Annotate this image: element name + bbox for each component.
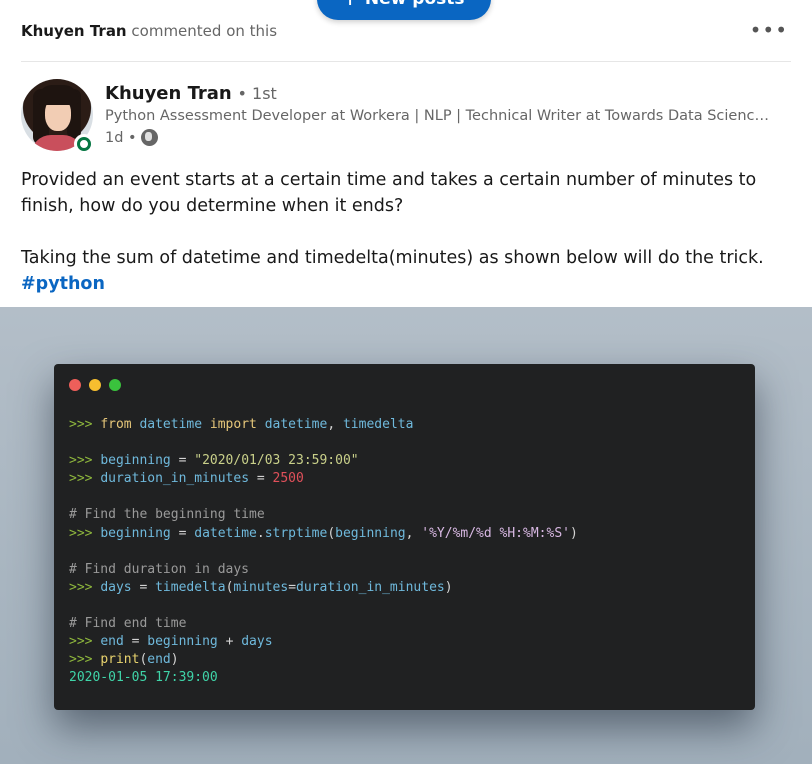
code-token: >>> <box>69 634 101 650</box>
code-line: >>> beginning = datetime.strptime(beginn… <box>69 525 578 543</box>
code-token: ( <box>327 525 336 541</box>
new-posts-button[interactable]: ↑ New posts <box>317 0 491 20</box>
minimize-dot-icon <box>89 379 101 391</box>
code-token: # Find end time <box>69 616 187 632</box>
activity-line: Khuyen Tran commented on this <box>21 22 277 40</box>
code-token: # Find the beginning time <box>69 507 265 523</box>
more-horizontal-icon[interactable]: ••• <box>750 20 788 40</box>
author-line: Khuyen Tran • 1st <box>105 83 277 104</box>
code-line: >>> end = beginning + days <box>69 633 578 651</box>
code-token: timedelta <box>342 417 414 432</box>
code-token: = <box>178 525 195 541</box>
post-text: Provided an event starts at a certain ti… <box>21 167 791 297</box>
post-text-paragraph-2: Taking the sum of datetime and timedelta… <box>21 248 764 268</box>
code-token: datetime <box>194 525 257 541</box>
close-dot-icon <box>69 379 81 391</box>
code-token: datetime <box>264 417 328 432</box>
code-token: beginning <box>100 453 179 469</box>
maximize-dot-icon <box>109 379 121 391</box>
code-token: + <box>225 634 242 650</box>
code-line: >>> from datetime import datetime, timed… <box>69 416 578 434</box>
code-line: >>> print(end) <box>69 651 578 669</box>
code-line: # Find end time <box>69 615 578 633</box>
code-token: , <box>327 417 343 432</box>
online-status-icon <box>74 134 94 154</box>
window-controls <box>69 379 121 391</box>
code-token: ) <box>569 525 578 541</box>
code-token: = <box>178 453 195 469</box>
code-token: = <box>256 471 273 487</box>
code-token: >>> <box>69 652 101 668</box>
code-token: timedelta <box>155 579 226 595</box>
code-token: duration_in_minutes <box>296 579 445 595</box>
code-token: datetime <box>139 417 210 432</box>
code-line: # Find the beginning time <box>69 506 578 524</box>
code-token: '%Y/%m/%d %H:%M:%S' <box>421 525 570 541</box>
code-token: >>> <box>69 525 101 541</box>
post-text-paragraph-1: Provided an event starts at a certain ti… <box>21 170 757 216</box>
code-token: = <box>139 579 156 595</box>
code-block: >>> from datetime import datetime, timed… <box>69 416 578 687</box>
header-divider <box>21 61 791 62</box>
code-token: strptime <box>264 525 328 541</box>
code-token: >>> <box>69 453 101 469</box>
code-token: = <box>288 579 297 595</box>
code-token: duration_in_minutes <box>100 471 257 487</box>
code-token: import <box>209 417 265 432</box>
post-meta: 1d • <box>105 129 158 146</box>
hashtag-link[interactable]: #python <box>21 274 105 294</box>
code-token: beginning <box>335 525 406 541</box>
code-token: >>> <box>69 579 101 595</box>
code-token: end <box>100 634 132 650</box>
code-token: days <box>100 579 140 595</box>
code-token: 2500 <box>272 471 304 487</box>
code-token: minutes <box>233 579 289 595</box>
code-token: ) <box>170 652 179 668</box>
new-posts-label: New posts <box>365 0 465 9</box>
author-headline: Python Assessment Developer at Workera |… <box>105 108 773 124</box>
code-token: 2020-01-05 17:39:00 <box>69 670 218 686</box>
code-window: >>> from datetime import datetime, timed… <box>54 364 755 710</box>
code-line: >>> beginning = "2020/01/03 23:59:00" <box>69 452 578 470</box>
arrow-up-icon: ↑ <box>344 0 357 9</box>
code-line: >>> days = timedelta(minutes=duration_in… <box>69 579 578 597</box>
code-token: beginning <box>147 634 226 650</box>
code-token: , <box>405 525 422 541</box>
activity-action: commented on this <box>131 22 278 40</box>
code-token: = <box>131 634 148 650</box>
code-token: >>> <box>69 471 101 487</box>
code-token: beginning <box>100 525 179 541</box>
code-token: >>> <box>69 417 101 432</box>
code-line: # Find duration in days <box>69 561 578 579</box>
connection-degree: • 1st <box>237 84 277 103</box>
globe-icon <box>140 129 158 146</box>
commenter-name[interactable]: Khuyen Tran <box>21 22 127 40</box>
author-name[interactable]: Khuyen Tran <box>105 83 232 104</box>
code-token: ) <box>444 579 453 595</box>
code-line: >>> duration_in_minutes = 2500 <box>69 470 578 488</box>
code-token: end <box>147 652 171 668</box>
code-token: print <box>100 652 140 668</box>
code-token: # Find duration in days <box>69 561 250 577</box>
post-time: 1d • <box>105 129 137 146</box>
code-token: from <box>100 417 140 432</box>
code-token: days <box>241 634 273 650</box>
code-token: "2020/01/03 23:59:00" <box>194 453 359 469</box>
post-image[interactable]: >>> from datetime import datetime, timed… <box>0 307 812 764</box>
code-line: 2020-01-05 17:39:00 <box>69 669 578 687</box>
code-token: . <box>256 525 265 541</box>
